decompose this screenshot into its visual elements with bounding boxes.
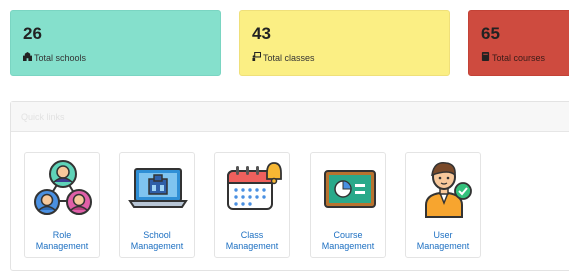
stat-card-total-classes: 43 Total classes (239, 10, 450, 76)
chalkboard-icon (324, 170, 376, 208)
class-management-label: Class Management (225, 230, 279, 251)
course-management-tile[interactable]: Course Management (310, 152, 386, 258)
role-management-label: Role Management (35, 230, 89, 251)
course-management-label: Course Management (321, 230, 375, 251)
role-network-icon (34, 160, 92, 215)
user-management-label: User Management (416, 230, 470, 251)
quick-links-header: Quick links (11, 102, 569, 132)
school-management-label: School Management (130, 230, 184, 251)
user-check-icon (425, 162, 472, 218)
calendar-bell-icon (227, 162, 282, 210)
user-management-tile[interactable]: User Management (405, 152, 481, 258)
total-classes-label: Total classes (263, 52, 315, 63)
stat-card-total-courses: 65 Total courses (468, 10, 569, 76)
total-schools-value: 26 (23, 24, 42, 43)
class-management-tile[interactable]: Class Management (214, 152, 290, 258)
total-schools-label: Total schools (34, 52, 87, 63)
school-management-tile[interactable]: School Management (119, 152, 195, 258)
book-icon (481, 52, 490, 63)
role-management-tile[interactable]: Role Management (24, 152, 100, 258)
laptop-school-icon (128, 168, 188, 208)
total-courses-value: 65 (481, 24, 500, 43)
school-icon (23, 52, 32, 63)
total-courses-label: Total courses (492, 52, 546, 63)
classroom-icon (252, 51, 262, 63)
total-classes-value: 43 (252, 24, 271, 43)
stat-card-total-schools: 26 Total schools (10, 10, 221, 76)
